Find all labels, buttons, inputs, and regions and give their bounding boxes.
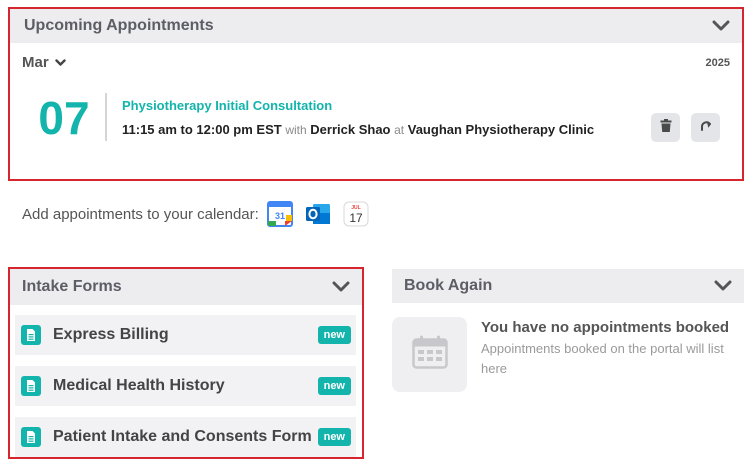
document-icon	[21, 325, 41, 345]
add-to-calendar-label: Add appointments to your calendar:	[22, 205, 259, 223]
appointment-day: 07	[38, 92, 90, 144]
divider	[105, 93, 107, 141]
practitioner-name: Derrick Shao	[310, 122, 391, 137]
month-label: Mar	[22, 54, 49, 71]
chevron-down-icon[interactable]	[714, 280, 732, 292]
appointment-details: 11:15 am to 12:00 pm EST with Derrick Sh…	[122, 122, 594, 137]
at-word: at	[394, 123, 405, 137]
reschedule-appointment-button[interactable]	[691, 113, 720, 142]
appointment-name[interactable]: Physiotherapy Initial Consultation	[122, 98, 332, 113]
chevron-down-icon[interactable]	[332, 281, 350, 293]
clinic-name: Vaughan Physiotherapy Clinic	[407, 122, 595, 137]
chevron-down-icon[interactable]	[712, 20, 730, 32]
new-badge: new	[317, 326, 351, 344]
year-label: 2025	[705, 56, 730, 69]
document-icon	[21, 376, 41, 396]
appointment-card: 07 Physiotherapy Initial Consultation 11…	[10, 93, 742, 143]
delete-appointment-button[interactable]	[651, 113, 680, 142]
intake-form-item-express-billing[interactable]: Express Billing new	[15, 315, 356, 355]
intake-form-label: Express Billing	[53, 326, 169, 343]
apple-calendar-icon[interactable]: JUL 17	[343, 201, 369, 227]
document-icon	[21, 427, 41, 447]
intake-form-item-medical-health-history[interactable]: Medical Health History new	[15, 366, 356, 406]
intake-form-label: Medical Health History	[53, 377, 225, 394]
calendar-icon	[411, 335, 448, 374]
new-badge: new	[317, 428, 351, 446]
book-again-panel: Book Again You have no appointments book…	[392, 269, 744, 409]
add-to-calendar-row: Add appointments to your calendar: 31 JU…	[22, 201, 381, 227]
upcoming-appointments-header[interactable]: Upcoming Appointments	[10, 9, 742, 43]
intake-forms-panel: Intake Forms Express Billing new Medical…	[8, 267, 364, 459]
new-badge: new	[317, 377, 351, 395]
appointment-time: 11:15 am to 12:00 pm EST	[122, 122, 282, 137]
empty-state-subtitle: Appointments booked on the portal will l…	[481, 341, 724, 376]
trash-icon	[660, 118, 672, 137]
intake-form-item-patient-intake-consents[interactable]: Patient Intake and Consents Form new	[15, 417, 356, 457]
panel-title: Intake Forms	[22, 278, 122, 295]
intake-form-label: Patient Intake and Consents Form	[53, 428, 312, 445]
intake-forms-header[interactable]: Intake Forms	[10, 269, 362, 305]
svg-text:31: 31	[275, 211, 285, 221]
chevron-down-icon	[54, 54, 66, 71]
reschedule-icon	[699, 119, 713, 137]
google-calendar-icon[interactable]: 31	[266, 201, 293, 227]
upcoming-appointments-panel: Upcoming Appointments Mar 2025 07 Physio…	[8, 7, 744, 181]
svg-text:17: 17	[349, 211, 363, 225]
empty-calendar-placeholder	[392, 317, 467, 392]
with-word: with	[285, 123, 307, 137]
panel-title: Book Again	[404, 277, 493, 294]
empty-state-title: You have no appointments booked	[481, 319, 730, 336]
book-again-header[interactable]: Book Again	[392, 269, 744, 303]
outlook-icon[interactable]	[305, 201, 331, 227]
panel-title: Upcoming Appointments	[24, 17, 214, 34]
month-selector[interactable]: Mar	[22, 54, 66, 71]
